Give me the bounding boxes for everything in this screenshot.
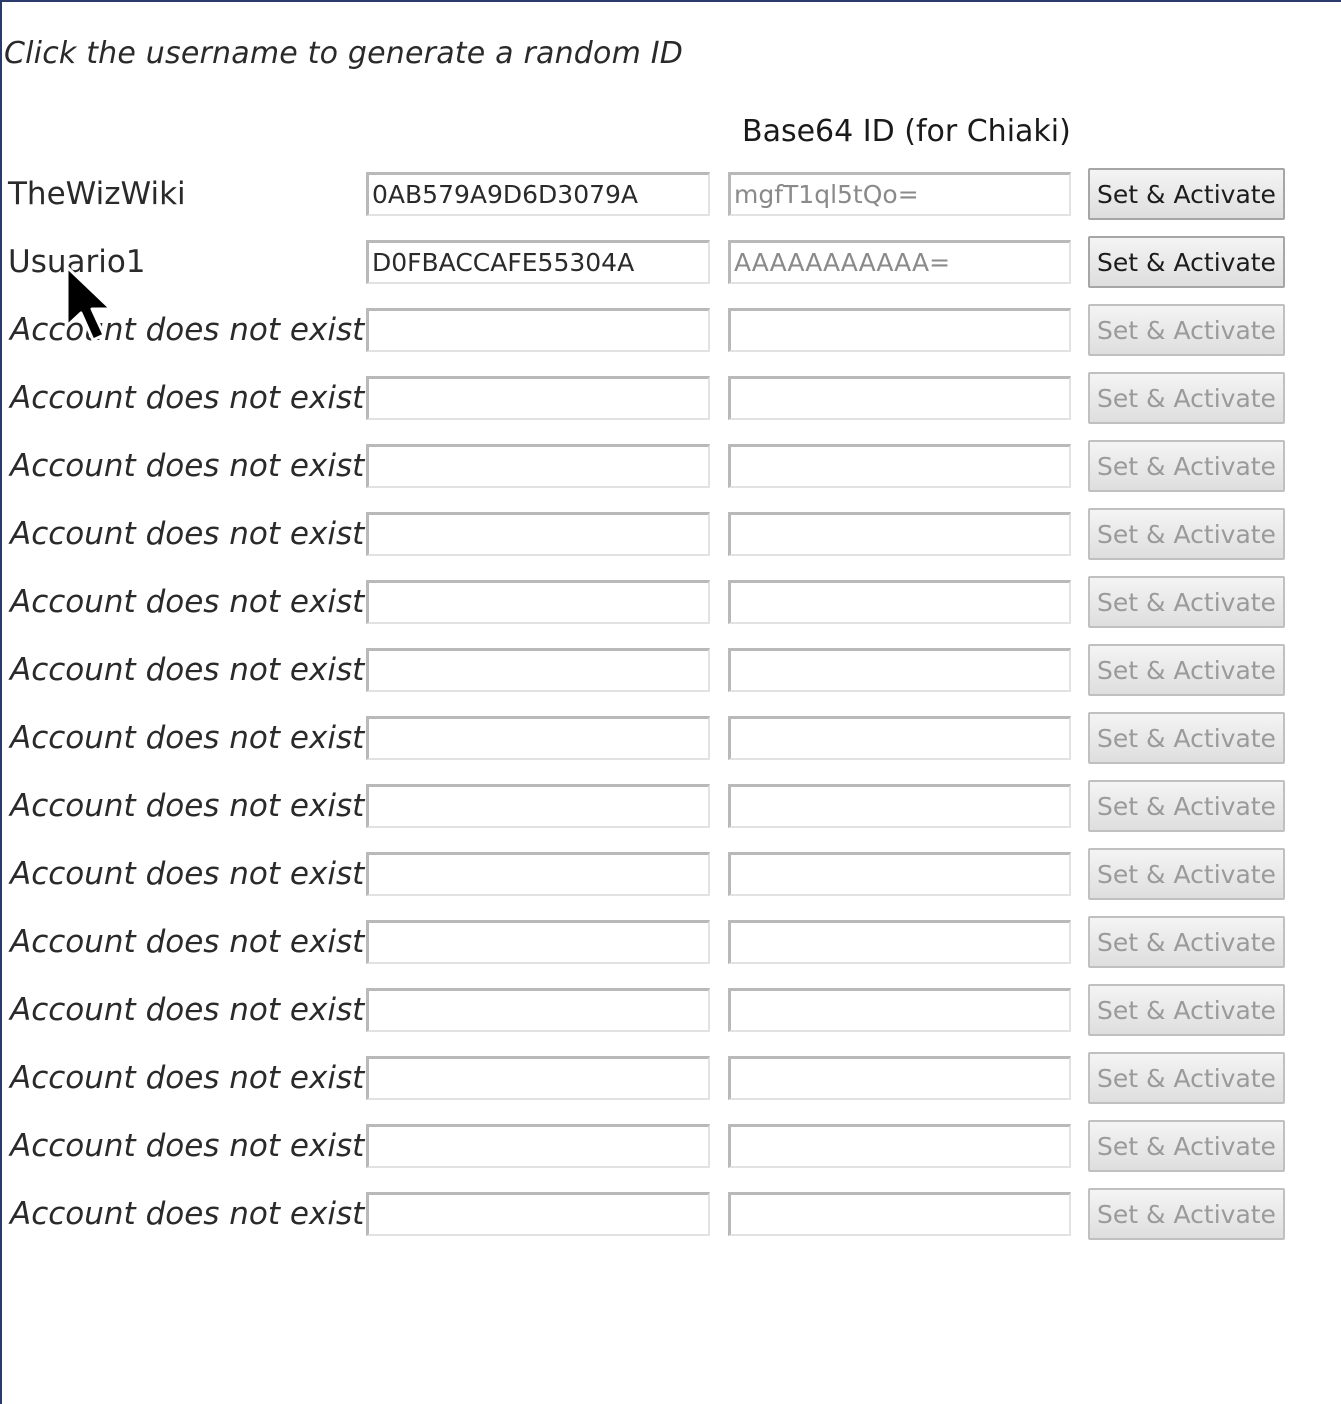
mouse-pointer-icon bbox=[65, 265, 113, 342]
hex-id-field[interactable] bbox=[366, 852, 710, 896]
base64-id-field[interactable] bbox=[728, 716, 1071, 760]
set-activate-button[interactable]: Set & Activate bbox=[1088, 712, 1285, 764]
account-row: Account does not exist Set & Activate bbox=[0, 848, 1341, 916]
hex-id-field[interactable] bbox=[366, 580, 710, 624]
hex-id-field[interactable] bbox=[366, 648, 710, 692]
account-row: Account does not exist Set & Activate bbox=[0, 780, 1341, 848]
base64-id-field[interactable] bbox=[728, 444, 1071, 488]
base64-id-field[interactable] bbox=[728, 172, 1071, 216]
hex-id-field[interactable] bbox=[366, 308, 710, 352]
account-row: Account does not exist Set & Activate bbox=[0, 1052, 1341, 1120]
account-row: Account does not exist Set & Activate bbox=[0, 916, 1341, 984]
account-row: Account does not exist Set & Activate bbox=[0, 576, 1341, 644]
set-activate-button[interactable]: Set & Activate bbox=[1088, 1188, 1285, 1240]
account-missing-label: Account does not exist bbox=[10, 1128, 365, 1164]
account-row: Account does not exist Set & Activate bbox=[0, 1188, 1341, 1256]
account-missing-label: Account does not exist bbox=[10, 1060, 365, 1096]
hex-id-field[interactable] bbox=[366, 1056, 710, 1100]
hex-id-field[interactable] bbox=[366, 444, 710, 488]
set-activate-button[interactable]: Set & Activate bbox=[1088, 1052, 1285, 1104]
set-activate-button[interactable]: Set & Activate bbox=[1088, 440, 1285, 492]
base64-id-field[interactable] bbox=[728, 1124, 1071, 1168]
base64-id-field[interactable] bbox=[728, 376, 1071, 420]
set-activate-button[interactable]: Set & Activate bbox=[1088, 508, 1285, 560]
account-missing-label: Account does not exist bbox=[10, 924, 365, 960]
account-missing-label: Account does not exist bbox=[10, 584, 365, 620]
base64-id-field[interactable] bbox=[728, 580, 1071, 624]
window-border-top bbox=[0, 0, 1341, 2]
account-missing-label: Account does not exist bbox=[10, 448, 365, 484]
account-row: Account does not exist Set & Activate bbox=[0, 1120, 1341, 1188]
account-row: Account does not exist Set & Activate bbox=[0, 984, 1341, 1052]
base64-column-header: Base64 ID (for Chiaki) bbox=[742, 114, 1071, 149]
base64-id-field[interactable] bbox=[728, 648, 1071, 692]
hex-id-field[interactable] bbox=[366, 716, 710, 760]
base64-id-field[interactable] bbox=[728, 920, 1071, 964]
set-activate-button[interactable]: Set & Activate bbox=[1088, 576, 1285, 628]
set-activate-button[interactable]: Set & Activate bbox=[1088, 236, 1285, 288]
account-row: Account does not exist Set & Activate bbox=[0, 508, 1341, 576]
account-row: Account does not exist Set & Activate bbox=[0, 712, 1341, 780]
hex-id-field[interactable] bbox=[366, 920, 710, 964]
set-activate-button[interactable]: Set & Activate bbox=[1088, 1120, 1285, 1172]
hex-id-field[interactable] bbox=[366, 784, 710, 828]
account-missing-label: Account does not exist bbox=[10, 788, 365, 824]
account-row: Usuario1 Set & Activate bbox=[0, 236, 1341, 304]
account-row: TheWizWiki Set & Activate bbox=[0, 168, 1341, 236]
account-missing-label: Account does not exist bbox=[10, 856, 365, 892]
base64-id-field[interactable] bbox=[728, 512, 1071, 556]
account-missing-label: Account does not exist bbox=[10, 380, 365, 416]
hex-id-field[interactable] bbox=[366, 1192, 710, 1236]
account-missing-label: Account does not exist bbox=[10, 652, 365, 688]
base64-id-field[interactable] bbox=[728, 240, 1071, 284]
account-missing-label: Account does not exist bbox=[10, 720, 365, 756]
hex-id-field[interactable] bbox=[366, 240, 710, 284]
base64-id-field[interactable] bbox=[728, 988, 1071, 1032]
set-activate-button[interactable]: Set & Activate bbox=[1088, 304, 1285, 356]
account-row: Account does not exist Set & Activate bbox=[0, 372, 1341, 440]
account-missing-label: Account does not exist bbox=[10, 516, 365, 552]
set-activate-button[interactable]: Set & Activate bbox=[1088, 848, 1285, 900]
base64-id-field[interactable] bbox=[728, 852, 1071, 896]
base64-id-field[interactable] bbox=[728, 784, 1071, 828]
base64-id-field[interactable] bbox=[728, 1056, 1071, 1100]
account-missing-label: Account does not exist bbox=[10, 1196, 365, 1232]
base64-id-field[interactable] bbox=[728, 1192, 1071, 1236]
hex-id-field[interactable] bbox=[366, 988, 710, 1032]
account-row: Account does not exist Set & Activate bbox=[0, 304, 1341, 372]
hex-id-field[interactable] bbox=[366, 172, 710, 216]
base64-id-field[interactable] bbox=[728, 308, 1071, 352]
set-activate-button[interactable]: Set & Activate bbox=[1088, 780, 1285, 832]
hex-id-field[interactable] bbox=[366, 376, 710, 420]
hex-id-field[interactable] bbox=[366, 1124, 710, 1168]
set-activate-button[interactable]: Set & Activate bbox=[1088, 644, 1285, 696]
account-list: TheWizWiki Set & Activate Usuario1 Set &… bbox=[0, 168, 1341, 1256]
set-activate-button[interactable]: Set & Activate bbox=[1088, 168, 1285, 220]
account-username[interactable]: TheWizWiki bbox=[8, 176, 186, 212]
hex-id-field[interactable] bbox=[366, 512, 710, 556]
account-missing-label: Account does not exist bbox=[10, 992, 365, 1028]
set-activate-button[interactable]: Set & Activate bbox=[1088, 372, 1285, 424]
account-row: Account does not exist Set & Activate bbox=[0, 644, 1341, 712]
set-activate-button[interactable]: Set & Activate bbox=[1088, 984, 1285, 1036]
set-activate-button[interactable]: Set & Activate bbox=[1088, 916, 1285, 968]
account-row: Account does not exist Set & Activate bbox=[0, 440, 1341, 508]
hint-text: Click the username to generate a random … bbox=[4, 36, 684, 71]
